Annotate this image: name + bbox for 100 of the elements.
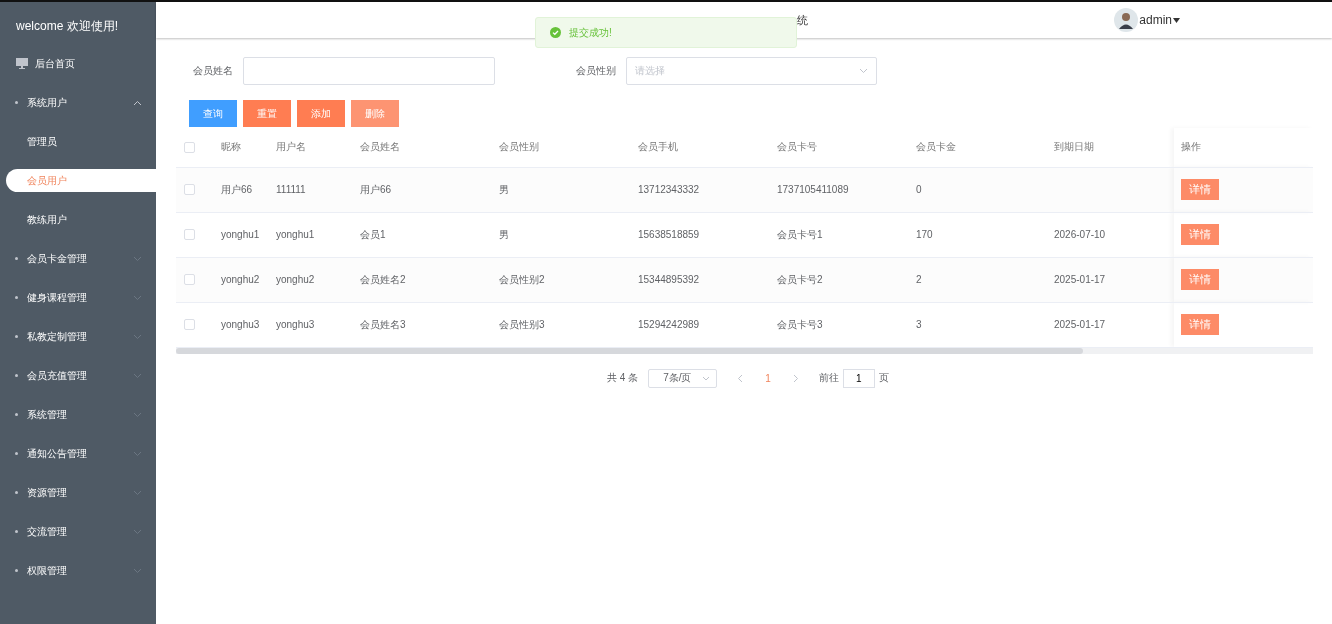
- table-cell: yonghu3: [221, 319, 260, 330]
- table-cell: yonghu2: [276, 274, 315, 285]
- table-cell: yonghu3: [276, 319, 315, 330]
- bullet-icon: [15, 101, 18, 104]
- column-header: 到期日期: [1042, 128, 1174, 167]
- table-cell: 会员卡号1: [777, 228, 823, 240]
- submenu-item[interactable]: 管理员: [0, 122, 156, 161]
- table-cell: 2026-07-10: [1054, 229, 1106, 240]
- bullet-icon: [15, 374, 18, 377]
- avatar-icon: [1114, 8, 1139, 32]
- column-header: 会员性别: [487, 128, 626, 167]
- column-header: 操作: [1174, 128, 1313, 167]
- sidebar-item[interactable]: 权限管理: [0, 551, 156, 590]
- bullet-icon: [15, 296, 18, 299]
- table-cell: 111111: [276, 184, 306, 195]
- goto-label: 前往: [818, 371, 839, 385]
- column-header: 会员姓名: [348, 128, 487, 167]
- bullet-icon: [15, 413, 18, 416]
- table-cell: 会员姓名2: [360, 273, 406, 285]
- table-cell: 0: [916, 184, 922, 195]
- menu-label: 健身课程管理: [27, 290, 87, 305]
- bullet-icon: [15, 335, 18, 338]
- row-checkbox[interactable]: [184, 184, 195, 196]
- menu-label: 通知公告管理: [27, 446, 87, 461]
- table-cell: 会员姓名3: [360, 318, 406, 330]
- sidebar-item[interactable]: 交流管理: [0, 512, 156, 551]
- submenu-item[interactable]: 教练用户: [0, 200, 156, 239]
- toast-message: 提交成功!: [569, 25, 612, 40]
- bullet-icon: [15, 452, 18, 455]
- page-title: 统: [797, 13, 808, 28]
- sidebar-item[interactable]: 健身课程管理: [0, 278, 156, 317]
- menu-label: 权限管理: [27, 563, 67, 578]
- table-cell: 会员卡号2: [777, 273, 823, 285]
- table-cell: yonghu2: [221, 274, 260, 285]
- sidebar-item[interactable]: 后台首页: [0, 44, 156, 83]
- menu-label: 私教定制管理: [27, 329, 87, 344]
- row-checkbox[interactable]: [184, 229, 195, 241]
- column-header: 昵称: [209, 128, 264, 167]
- next-page-icon[interactable]: [792, 373, 799, 383]
- field-label: 会员姓名: [193, 64, 233, 78]
- bullet-icon: [15, 257, 18, 260]
- menu-label: 交流管理: [27, 524, 67, 539]
- column-header: 会员卡金: [904, 128, 1042, 167]
- page-input-field[interactable]: 1: [842, 368, 875, 388]
- sidebar-item[interactable]: 通知公告管理: [0, 434, 156, 473]
- sidebar-item[interactable]: 资源管理: [0, 473, 156, 512]
- table-cell: 会员性别3: [499, 318, 545, 330]
- table-cell: 男: [499, 228, 509, 240]
- monitor-icon: [16, 58, 28, 69]
- table-cell: 15638518859: [638, 229, 700, 240]
- table-cell: yonghu1: [221, 229, 260, 240]
- bullet-icon: [15, 491, 18, 494]
- sidebar-item[interactable]: 会员卡金管理: [0, 239, 156, 278]
- table-cell: 170: [916, 229, 933, 240]
- menu-label: 会员充值管理: [27, 368, 87, 383]
- total-count: 共 4 条: [607, 371, 639, 385]
- page-size-select[interactable]: 7条/页: [648, 368, 718, 388]
- table-cell: 男: [499, 183, 509, 195]
- bullet-icon: [15, 569, 18, 572]
- chevron-icon: [702, 375, 711, 381]
- user-menu[interactable]: admin: [1139, 13, 1172, 27]
- column-header: 会员卡号: [765, 128, 904, 167]
- table-cell: 会员1: [360, 228, 386, 240]
- chevron-icon: [859, 68, 868, 74]
- sidebar-item[interactable]: 系统管理: [0, 395, 156, 434]
- menu-label: 后台首页: [35, 56, 75, 71]
- sidebar-item[interactable]: 系统用户: [0, 83, 156, 122]
- field-label: 会员性别: [576, 64, 616, 78]
- page-unit-label: 页: [878, 371, 889, 385]
- table-cell: 13712343332: [638, 184, 700, 195]
- menu-label: 系统用户: [27, 95, 67, 110]
- table-cell: 会员性别2: [499, 273, 545, 285]
- welcome-text: welcome 欢迎使用!: [15, 18, 120, 35]
- select-all-checkbox[interactable]: [184, 142, 195, 154]
- row-checkbox[interactable]: [184, 319, 195, 331]
- menu-label: 系统管理: [27, 407, 67, 422]
- menu-label: 会员卡金管理: [27, 251, 87, 266]
- table-cell: 1737105411089: [777, 184, 849, 195]
- sidebar-item[interactable]: 会员充值管理: [0, 356, 156, 395]
- horizontal-scrollbar[interactable]: [176, 347, 1313, 354]
- column-header: 会员手机: [626, 128, 765, 167]
- table-cell: 15294242989: [638, 319, 700, 330]
- table-cell: yonghu1: [276, 229, 315, 240]
- previous-page-icon[interactable]: [737, 373, 744, 383]
- table-cell: 3: [916, 319, 922, 330]
- column-header: 用户名: [264, 128, 348, 167]
- name-input-field[interactable]: [243, 57, 495, 85]
- row-checkbox[interactable]: [184, 274, 195, 286]
- table-cell: 会员卡号3: [777, 318, 823, 330]
- table-cell: 用户66: [221, 183, 253, 195]
- caret-icon: [1173, 17, 1180, 23]
- table-cell: 2025-01-17: [1054, 274, 1106, 285]
- table-cell: 2025-01-17: [1054, 319, 1106, 330]
- sidebar-item[interactable]: 私教定制管理: [0, 317, 156, 356]
- table-cell: 15344895392: [638, 274, 700, 285]
- table-cell: 用户66: [360, 183, 392, 195]
- menu-label: 资源管理: [27, 485, 67, 500]
- success-icon: [550, 27, 561, 38]
- bullet-icon: [15, 530, 18, 533]
- table-cell: 2: [916, 274, 922, 285]
